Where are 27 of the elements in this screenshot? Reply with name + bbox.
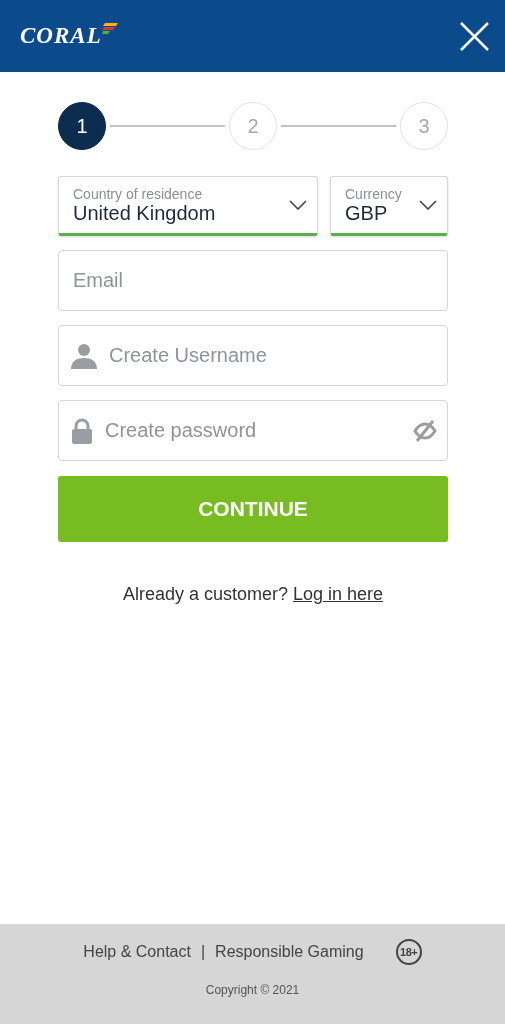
- chevron-down-icon: [289, 200, 307, 210]
- login-link[interactable]: Log in here: [293, 584, 384, 604]
- chevron-down-icon: [419, 200, 437, 210]
- close-icon: [460, 21, 489, 51]
- step-indicator: 3: [400, 102, 448, 150]
- password-input[interactable]: Create password: [103, 419, 403, 442]
- login-prompt: Already a customer? Log in here: [122, 584, 384, 605]
- step-indicator: 2: [229, 102, 277, 150]
- flag-icon: [101, 23, 118, 35]
- separator: |: [200, 943, 206, 961]
- password-field[interactable]: Create password: [58, 400, 448, 461]
- dropdown-select[interactable]: Country of residence United Kingdom: [58, 176, 318, 236]
- username-field[interactable]: Create Username: [58, 325, 448, 386]
- dropdown-select[interactable]: Currency GBP: [330, 176, 448, 236]
- step-indicator: 1: [58, 102, 106, 150]
- person-icon: [71, 342, 97, 369]
- email-field[interactable]: Email: [58, 250, 448, 311]
- lock-icon: [71, 417, 93, 444]
- footer-link[interactable]: Responsible Gaming: [215, 943, 364, 961]
- footer-link[interactable]: Help & Contact: [83, 943, 191, 961]
- email-input[interactable]: Email: [71, 269, 437, 292]
- logo: CORAL: [20, 23, 102, 49]
- eye-slash-icon[interactable]: [413, 419, 437, 442]
- copyright-text: Copyright © 2021: [205, 983, 300, 997]
- age-badge: 18+: [395, 939, 422, 965]
- username-input[interactable]: Create Username: [107, 344, 437, 367]
- close-button[interactable]: [460, 21, 489, 51]
